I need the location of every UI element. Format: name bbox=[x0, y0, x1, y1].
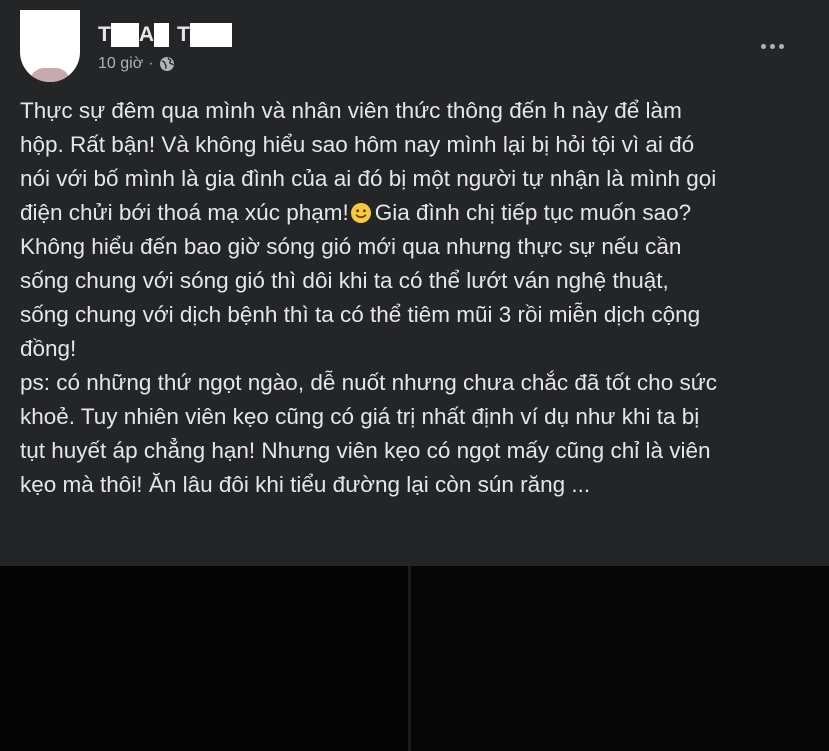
more-dot bbox=[778, 43, 784, 49]
post-body-segment: Gia đình chị tiếp tục muốn sao? bbox=[374, 200, 692, 225]
post-body-line-with-emoji: điện chửi bới thoá mạ xúc phạm! Gia đình … bbox=[20, 196, 820, 230]
post-body-line: kẹo mà thôi! Ăn lâu đôi khi tiểu đường l… bbox=[20, 472, 591, 497]
post-body-line: nói với bố mình là gia đình của ai đó bị… bbox=[20, 166, 717, 191]
redaction-block bbox=[154, 23, 169, 47]
redaction-block bbox=[189, 23, 232, 47]
globe-icon[interactable] bbox=[159, 56, 175, 72]
author-name-part-1: T bbox=[98, 23, 111, 46]
photo-tile[interactable] bbox=[411, 566, 829, 751]
post-body-line: Không hiểu đến bao giờ sóng gió mới qua … bbox=[20, 234, 682, 259]
post-body-segment: điện chửi bới thoá mạ xúc phạm! bbox=[20, 200, 349, 225]
post-meta: 10 giờ · bbox=[98, 55, 175, 73]
slightly-smiling-face-icon bbox=[350, 203, 371, 223]
post-timestamp[interactable]: 10 giờ bbox=[98, 55, 143, 73]
more-dot bbox=[769, 43, 775, 49]
author-name[interactable]: T A T bbox=[98, 22, 232, 48]
photo-tile[interactable] bbox=[0, 566, 408, 751]
meta-separator: · bbox=[148, 55, 154, 72]
post-card: T A T 10 giờ · Thực sự đêm qua mình và n… bbox=[0, 0, 829, 566]
post-body-line: sống chung với dịch bệnh thì ta có thể t… bbox=[20, 302, 701, 327]
photo-gallery bbox=[0, 566, 829, 751]
post-body-line: hộp. Rất bận! Và không hiểu sao hôm nay … bbox=[20, 132, 695, 157]
post-body-line: ps: có những thứ ngọt ngào, dễ nuốt nhưn… bbox=[20, 370, 718, 395]
author-name-part-2: A bbox=[138, 23, 154, 46]
author-name-part-3: T bbox=[177, 23, 190, 46]
redaction-block bbox=[110, 23, 139, 47]
post-body-line: khoẻ. Tuy nhiên viên kẹo cũng có giá trị… bbox=[20, 404, 700, 429]
post-body-line: Thực sự đêm qua mình và nhân viên thức t… bbox=[20, 98, 682, 123]
post-body: Thực sự đêm qua mình và nhân viên thức t… bbox=[20, 94, 820, 502]
avatar[interactable] bbox=[20, 10, 80, 82]
post-body-line: sống chung với sóng gió thì dôi khi ta c… bbox=[20, 268, 669, 293]
post-body-line: tụt huyết áp chẳng hạn! Nhưng viên kẹo c… bbox=[20, 438, 711, 463]
avatar-image bbox=[30, 68, 70, 82]
more-dot bbox=[760, 43, 766, 49]
post-body-line: đồng! bbox=[20, 336, 77, 361]
more-options-button[interactable] bbox=[754, 34, 790, 58]
